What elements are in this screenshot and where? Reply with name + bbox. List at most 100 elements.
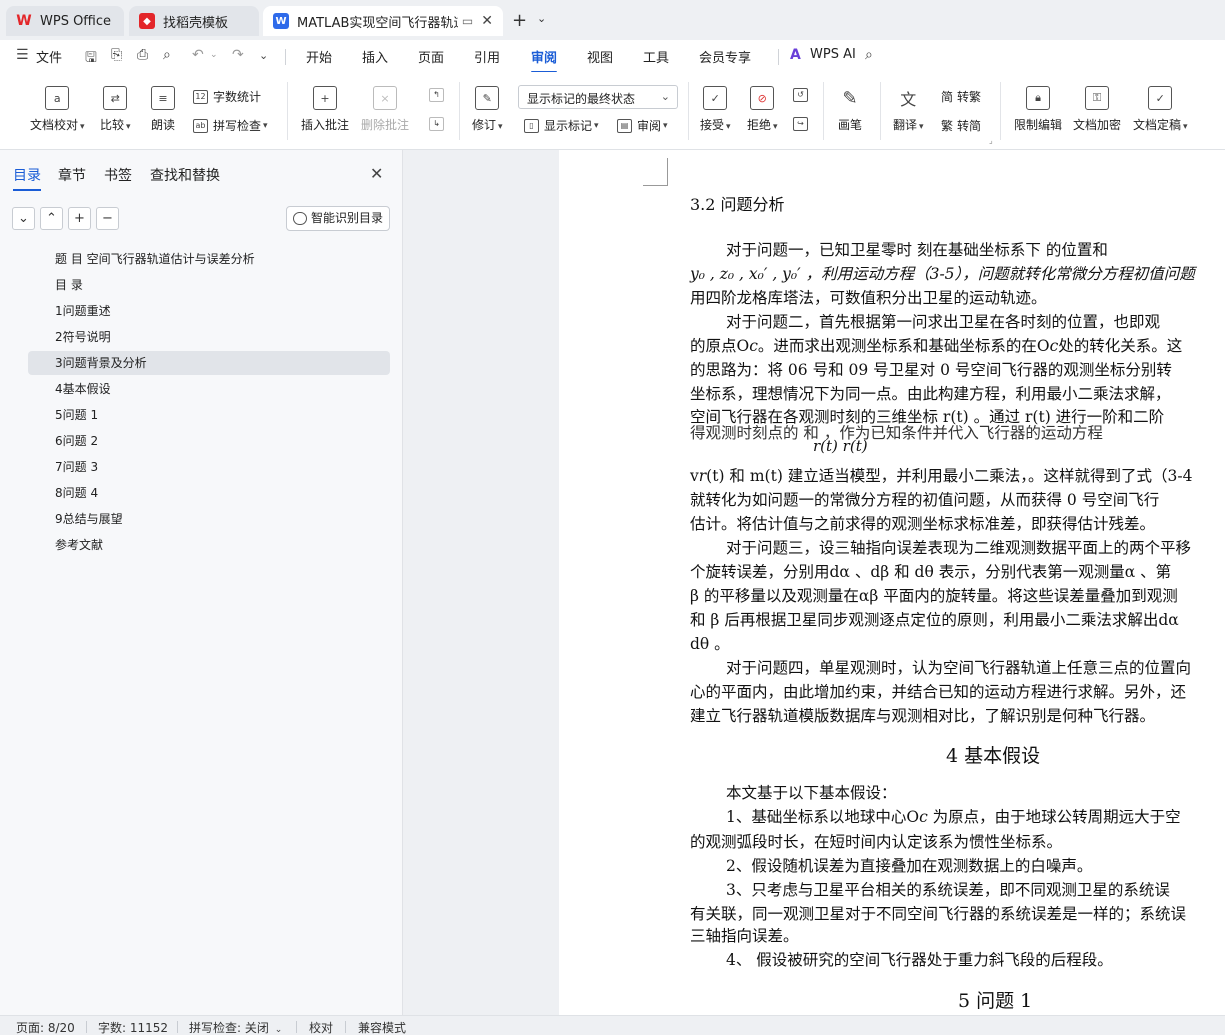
read-aloud-button[interactable]: ≡ 朗读 [151,86,175,133]
tab-insert[interactable]: 插入 [362,47,388,66]
chevron-down-icon[interactable]: ⌄ [210,50,218,60]
tab-wps-office[interactable]: W WPS Office [6,6,124,36]
chevron-down-icon: ▾ [773,122,778,132]
translate-button[interactable]: 文 翻译 ▾ [893,86,924,133]
show-markup-button[interactable]: ▯ 显示标记 ▾ [524,117,599,134]
pen-label: 画笔 [838,118,863,132]
word-count-indicator[interactable]: 字数: 11152 [98,1019,168,1035]
chevron-down-icon[interactable]: ⌄ [537,12,546,25]
save-icon[interactable]: 🖫 [85,47,97,71]
tab-chapters[interactable]: 章节 [58,165,86,185]
export-icon[interactable]: ⎘ [111,47,122,63]
toc-item[interactable]: 题 目 空间飞行器轨道估计与误差分析 [28,247,390,271]
close-icon[interactable]: ✕ [481,13,493,29]
toc-item[interactable]: 6问题 2 [28,429,390,453]
page-indicator[interactable]: 页面: 8/20 [16,1019,75,1035]
simplified-icon: 繁 [941,119,954,133]
accept-button[interactable]: ✓ 接受 ▾ [700,86,731,133]
toc-item[interactable]: 5问题 1 [28,403,390,427]
doc-proof-label: 文档校对 [30,118,79,132]
smart-toc-button[interactable]: 智能识别目录 [286,206,390,231]
chevron-up-icon[interactable]: ⌃ [40,207,63,230]
insert-comment-button[interactable]: + 插入批注 [301,86,349,133]
toc-item[interactable]: 4基本假设 [28,377,390,401]
tab-docer-template[interactable]: ◆ 找稻壳模板 [129,6,259,36]
spell-check-button[interactable]: ab 拼写检查 ▾ [193,117,268,134]
close-icon[interactable]: ✕ [370,164,383,183]
tab-label: MATLAB实现空间飞行器轨道估计 [297,15,458,31]
to-traditional-button[interactable]: 简 转繁 [941,88,981,105]
pen-button[interactable]: ✎ 画笔 [838,86,862,133]
print-icon[interactable]: ⎙ [137,47,148,63]
toc-item[interactable]: 1问题重述 [28,299,390,323]
paragraph-line: 用四阶龙格库塔法，可数值积分出卫星的运动轨迹。 [690,289,1047,307]
markup-mode-value: 显示标记的最终状态 [527,92,636,106]
paragraph-line: 的思路为：将 06 号和 09 号卫星对 0 号空间飞行器的观测坐标分别转 [690,361,1172,379]
tab-current-document[interactable]: W MATLAB实现空间飞行器轨道估计 ▭ ✕ [263,6,503,36]
delete-comment-button[interactable]: × 删除批注 [361,86,409,133]
divider [296,1021,297,1033]
show-markup-label: 显示标记 [544,119,593,133]
tab-member[interactable]: 会员专享 [699,47,751,66]
tab-tools[interactable]: 工具 [643,47,669,66]
toc-item[interactable]: 8问题 4 [28,481,390,505]
file-menu[interactable]: 文件 [36,47,62,66]
paragraph-line: 对于问题四，单星观测时，认为空间飞行器轨道上任意三点的位置向 [726,659,1192,677]
wps-ai-button[interactable]: WPS AI [810,47,856,62]
new-tab-plus-icon[interactable]: + [512,10,527,31]
undo-icon[interactable]: ↶ [192,47,204,63]
hamburger-icon[interactable]: ☰ [16,47,29,63]
next-comment-button[interactable]: ↳ [429,117,449,131]
print-preview-icon[interactable]: ⌕ [163,47,171,63]
toc-item-selected[interactable]: 3问题背景及分析 [28,351,390,375]
finalize-button[interactable]: ✓ 文档定稿 ▾ [1133,86,1188,133]
translate-label: 翻译 [893,118,918,132]
track-changes-button[interactable]: ✎ 修订 ▾ [472,86,503,133]
prev-comment-button[interactable]: ↰ [429,88,449,102]
remove-heading-icon[interactable]: − [96,207,119,230]
word-count-button[interactable]: 12 字数统计 [193,88,261,105]
toc-item[interactable]: 2符号说明 [28,325,390,349]
proof-status[interactable]: 校对 [309,1019,333,1035]
restrict-edit-button[interactable]: 🔒︎ 限制编辑 [1014,86,1062,133]
toc-item[interactable]: 7问题 3 [28,455,390,479]
tab-bookmarks[interactable]: 书签 [104,165,132,185]
chevron-down-icon: ⌄ [274,1025,283,1035]
chevron-down-icon: ▾ [1183,122,1188,132]
tab-review[interactable]: 审阅 [531,47,558,73]
docer-icon: ◆ [139,13,155,29]
add-heading-icon[interactable]: + [68,207,91,230]
compare-button[interactable]: ⇄ 比较 ▾ [100,86,131,133]
search-icon[interactable]: ⌕ [865,47,873,63]
more-chevron-icon[interactable]: ⌄ [259,49,268,62]
expand-corner-icon[interactable]: ⌟ [989,136,993,145]
doc-proof-button[interactable]: a 文档校对 ▾ [30,86,85,133]
encrypt-button[interactable]: ⚿ 文档加密 [1073,86,1121,133]
spell-check-status[interactable]: 拼写检查: 关闭 ⌄ [189,1019,282,1035]
tab-toc[interactable]: 目录 [13,165,41,191]
markup-mode-select[interactable]: 显示标记的最终状态 ⌄ [518,85,678,109]
reject-button[interactable]: ⊘ 拒绝 ▾ [747,86,778,133]
tab-references[interactable]: 引用 [474,47,500,66]
toc-item[interactable]: 9总结与展望 [28,507,390,531]
menu-bar: ☰ 文件 🖫 ⎘ ⎙ ⌕ ↶ ⌄ ↷ ⌄ 开始 插入 页面 引用 审阅 视图 工… [0,40,1225,73]
next-change-button[interactable]: ↪ [793,117,813,131]
toc-item[interactable]: 参考文献 [28,533,390,557]
tab-view[interactable]: 视图 [587,47,613,66]
doc-proof-icon: a [45,86,70,110]
prev-change-button[interactable]: ↺ [793,88,813,102]
toc-item[interactable]: 目 录 [28,273,390,297]
paragraph-line: dθ 。 [690,635,730,653]
document-page[interactable]: 3.2 问题分析 对于问题一，已知卫星零时 刻在基础坐标系下 的位置和 y₀ ,… [559,150,1225,1015]
tab-label: 找稻壳模板 [163,15,229,31]
to-simplified-button[interactable]: 繁 转简 [941,117,981,134]
tab-page[interactable]: 页面 [418,47,444,66]
compare-label: 比较 [100,118,125,132]
chevron-down-icon: ▾ [263,120,268,131]
review-pane-button[interactable]: ▤ 审阅 ▾ [617,117,668,134]
tab-home[interactable]: 开始 [306,47,332,66]
collapse-chevron-down-icon[interactable]: ⌄ [12,207,35,230]
tab-find-replace[interactable]: 查找和替换 [150,165,220,185]
document-canvas[interactable]: 3.2 问题分析 对于问题一，已知卫星零时 刻在基础坐标系下 的位置和 y₀ ,… [404,150,1225,1015]
redo-icon[interactable]: ↷ [232,47,244,63]
